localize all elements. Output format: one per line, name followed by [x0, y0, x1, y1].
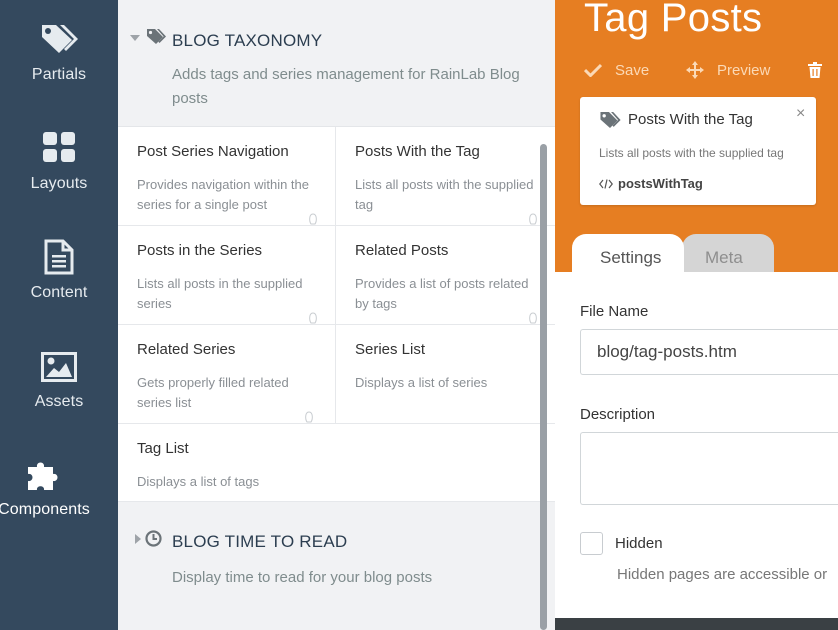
code-icon: [599, 179, 613, 189]
component-list-panel: BLOG TAXONOMY Adds tags and series manag…: [118, 0, 555, 630]
hidden-checkbox[interactable]: [580, 532, 603, 555]
delete-button[interactable]: [808, 58, 835, 82]
component-group-blog-time-to-read[interactable]: BLOG TIME TO READ Display time to read f…: [118, 502, 555, 612]
hidden-hint: Hidden pages are accessible or: [617, 566, 828, 583]
drag-handle-icon[interactable]: [304, 411, 314, 423]
component-popup-description: Lists all posts with the supplied tag: [599, 146, 784, 160]
component-item-description: Gets properly filled related series list: [137, 375, 289, 410]
sidebar-item-label: Content: [30, 284, 88, 301]
sidebar-item-label: Components: [0, 501, 90, 518]
caret-down-icon[interactable]: [130, 35, 140, 41]
component-item-description: Displays a list of series: [355, 375, 488, 390]
check-icon: [584, 63, 602, 77]
sidebar-item-components[interactable]: Components: [0, 455, 118, 545]
component-group-title: BLOG TAXONOMY: [172, 31, 323, 50]
sidebar-item-layouts[interactable]: Layouts: [0, 127, 118, 217]
component-item-post-series-navigation[interactable]: Post Series Navigation Provides navigati…: [118, 127, 336, 226]
component-item-title: Tag List: [137, 440, 189, 457]
sidebar-item-label: Partials: [31, 66, 87, 83]
page-title: Tag Posts: [584, 0, 763, 40]
sidebar-nav: Partials Layouts Content Assets Componen…: [0, 0, 118, 630]
hidden-label: Hidden: [615, 535, 663, 552]
component-list-scrollbar[interactable]: [540, 144, 547, 630]
sidebar-item-content[interactable]: Content: [0, 237, 118, 327]
component-item-related-posts[interactable]: Related Posts Provides a list of posts r…: [335, 226, 555, 325]
component-item-title: Related Posts: [355, 242, 449, 259]
tags-icon: [0, 18, 118, 58]
component-item-posts-with-the-tag[interactable]: Posts With the Tag Lists all posts with …: [335, 127, 555, 226]
component-item-description: Provides a list of posts related by tags: [355, 276, 529, 311]
component-item-series-list[interactable]: Series List Displays a list of series: [335, 325, 555, 424]
preview-button[interactable]: Preview: [686, 58, 770, 82]
sidebar-item-assets[interactable]: Assets: [0, 347, 118, 437]
puzzle-icon: [0, 455, 102, 495]
component-group-blog-taxonomy[interactable]: BLOG TAXONOMY Adds tags and series manag…: [118, 0, 555, 126]
preview-button-label: Preview: [717, 61, 771, 79]
drag-handle-icon[interactable]: [528, 213, 538, 225]
drag-handle-icon[interactable]: [308, 312, 318, 324]
component-item-description: Provides navigation within the series fo…: [137, 177, 309, 212]
tab-label: Meta: [705, 248, 743, 267]
component-item-related-series[interactable]: Related Series Gets properly filled rela…: [118, 325, 336, 424]
component-alias: postsWithTag: [618, 176, 703, 191]
component-item-title: Related Series: [137, 341, 236, 358]
component-item-title: Post Series Navigation: [137, 143, 289, 160]
save-button[interactable]: Save: [584, 58, 649, 82]
layout-grid-icon: [0, 127, 118, 167]
component-item-description: Lists all posts in the supplied series: [137, 276, 303, 311]
sidebar-item-label: Assets: [34, 393, 84, 410]
file-name-label: File Name: [580, 303, 649, 320]
component-group-title: BLOG TIME TO READ: [172, 532, 348, 551]
caret-right-icon[interactable]: [135, 534, 141, 544]
component-item-description: Displays a list of tags: [137, 474, 260, 489]
tags-icon: [600, 112, 621, 128]
image-icon: [0, 347, 118, 387]
close-icon[interactable]: ×: [796, 105, 805, 123]
component-popup[interactable]: Posts With the Tag × Lists all posts wit…: [580, 97, 816, 205]
component-group-description: Adds tags and series management for Rain…: [172, 66, 520, 107]
file-name-field[interactable]: [580, 329, 838, 375]
component-item-title: Posts With the Tag: [355, 143, 480, 160]
component-item-title: Posts in the Series: [137, 242, 263, 259]
drag-handle-icon[interactable]: [528, 312, 538, 324]
move-arrows-icon: [686, 61, 704, 79]
component-item-tag-list[interactable]: Tag List Displays a list of tags: [118, 424, 555, 502]
clock-icon: [145, 530, 162, 547]
editor-footer-bar: [555, 618, 838, 630]
drag-handle-icon[interactable]: [308, 213, 318, 225]
component-grid: Post Series Navigation Provides navigati…: [118, 126, 555, 502]
component-item-description: Lists all posts with the supplied tag: [355, 177, 534, 212]
component-group-description: Display time to read for your blog posts: [172, 569, 433, 586]
tags-icon: [147, 29, 166, 44]
component-item-posts-in-the-series[interactable]: Posts in the Series Lists all posts in t…: [118, 226, 336, 325]
document-icon: [0, 237, 118, 277]
sidebar-item-label: Layouts: [30, 175, 88, 192]
save-button-label: Save: [615, 61, 650, 79]
component-popup-title: Posts With the Tag: [628, 111, 753, 128]
tab-settings[interactable]: Settings: [572, 234, 684, 272]
description-label: Description: [580, 406, 656, 423]
tab-label: Settings: [600, 248, 662, 267]
trash-icon: [808, 62, 822, 78]
component-item-title: Series List: [355, 341, 426, 358]
sidebar-item-partials[interactable]: Partials: [0, 18, 118, 108]
tab-meta[interactable]: Meta: [682, 234, 774, 272]
description-field[interactable]: [580, 432, 838, 505]
